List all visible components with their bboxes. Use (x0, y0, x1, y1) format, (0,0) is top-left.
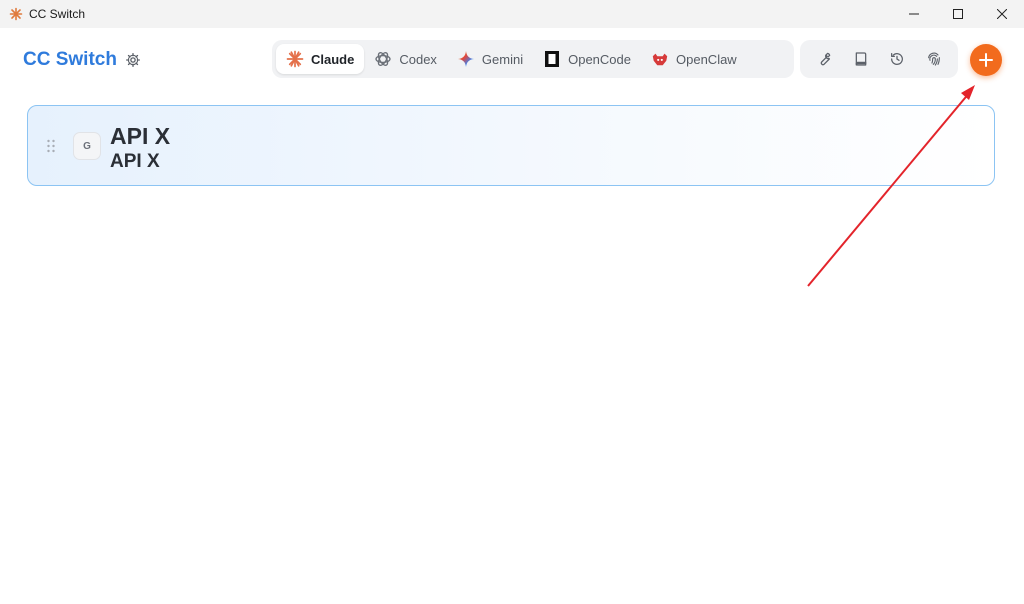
codex-icon (374, 50, 392, 68)
provider-name: API X (110, 123, 171, 149)
provider-subtitle: API X (110, 151, 160, 172)
close-button[interactable] (980, 0, 1024, 28)
tab-opencode[interactable]: OpenCode (533, 44, 641, 74)
wrench-icon (820, 52, 831, 66)
drag-handle-icon[interactable] (46, 139, 56, 153)
opencode-icon (543, 50, 561, 68)
tab-gemini[interactable]: Gemini (447, 44, 533, 74)
history-icon (891, 53, 904, 65)
tab-label: Gemini (481, 51, 524, 67)
toolbar (800, 40, 958, 78)
minimize-button[interactable] (892, 0, 936, 28)
minimize-icon (909, 13, 919, 15)
history-button[interactable] (884, 46, 910, 72)
tab-claude[interactable]: Claude (276, 44, 365, 74)
brand-title: CC Switch (23, 49, 117, 70)
app-tabs: Claude Codex Gemini OpenCode OpenClaw (272, 40, 794, 78)
maximize-icon (953, 9, 963, 19)
tab-label: OpenCode (568, 51, 631, 67)
book-icon (855, 52, 867, 66)
gemini-icon (457, 50, 475, 68)
claude-icon (286, 50, 304, 68)
app-header: CC Switch Claude Codex Gemini OpenCode O… (0, 28, 1024, 92)
fingerprint-button[interactable] (921, 46, 947, 72)
window-title: CC Switch (29, 7, 86, 21)
openclaw-icon (651, 50, 669, 68)
tab-label: OpenClaw (676, 51, 737, 67)
title-bar: CC Switch (0, 0, 1024, 28)
tab-label: Claude (311, 51, 355, 67)
docs-button[interactable] (848, 46, 874, 72)
tools-button[interactable] (811, 46, 837, 72)
add-provider-button[interactable] (970, 44, 1002, 76)
maximize-button[interactable] (936, 0, 980, 28)
provider-badge: G (73, 132, 101, 160)
app-logo-icon (9, 7, 23, 21)
tab-label: Codex (399, 51, 437, 67)
settings-button[interactable] (124, 51, 142, 69)
provider-card[interactable]: G API X API X (27, 105, 995, 186)
close-icon (997, 9, 1007, 19)
tab-openclaw[interactable]: OpenClaw (641, 44, 747, 74)
gear-icon (126, 53, 140, 67)
tab-codex[interactable]: Codex (364, 44, 447, 74)
fingerprint-icon (927, 52, 940, 66)
plus-icon (979, 53, 993, 67)
